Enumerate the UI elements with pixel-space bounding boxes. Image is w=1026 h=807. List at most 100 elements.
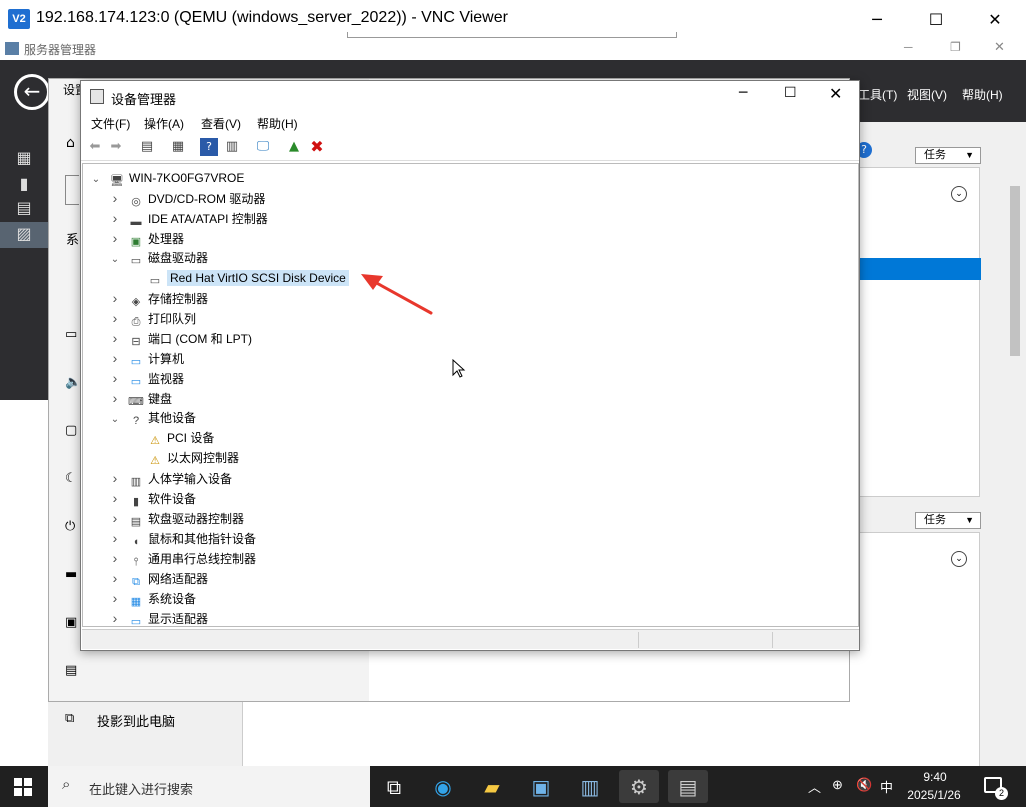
- vnc-maximize-button[interactable]: ☐: [913, 0, 959, 38]
- home-icon[interactable]: ⌂: [66, 135, 75, 151]
- tree-item[interactable]: › ▮ 软件设备: [108, 488, 196, 508]
- properties-icon[interactable]: ▦: [169, 138, 187, 156]
- tree-item[interactable]: › ▭ 显示适配器: [108, 608, 208, 626]
- display-icon[interactable]: ▭: [65, 327, 77, 342]
- task-view-icon[interactable]: ⧉: [374, 770, 414, 803]
- focus-assist-icon[interactable]: ☾: [65, 471, 77, 486]
- taskbar-search-box[interactable]: ⌕ 在此键入进行搜索: [48, 766, 370, 807]
- chevron-right-icon[interactable]: ›: [108, 548, 122, 568]
- tree-item[interactable]: › ⊟ 端口 (COM 和 LPT): [108, 328, 252, 348]
- tasks-dropdown-1[interactable]: 任务 ▼: [915, 147, 981, 164]
- multitasking-icon[interactable]: ▤: [65, 663, 77, 678]
- power-icon[interactable]: ⏻: [65, 519, 75, 534]
- chevron-right-icon[interactable]: ›: [108, 228, 122, 248]
- dm-maximize-button[interactable]: ☐: [784, 85, 797, 101]
- tree-item[interactable]: ⌄ 🖥 WIN-7KO0FG7VROE: [89, 168, 245, 190]
- chevron-right-icon[interactable]: ›: [108, 208, 122, 228]
- file-services-icon[interactable]: ▨: [13, 224, 35, 244]
- volume-muted-icon[interactable]: 🔇: [856, 777, 872, 793]
- notifications-icon[interactable]: ▢: [65, 423, 77, 438]
- all-servers-icon[interactable]: ▤: [13, 198, 35, 218]
- chevron-right-icon[interactable]: ›: [108, 308, 122, 328]
- back-arrow-icon[interactable]: ⬅: [86, 138, 104, 156]
- sm-minimize-button[interactable]: ─: [904, 40, 913, 54]
- tree-item[interactable]: ▭ Red Hat VirtIO SCSI Disk Device: [127, 268, 349, 288]
- menu-file[interactable]: 文件(F): [91, 115, 130, 132]
- chevron-right-icon[interactable]: ›: [108, 468, 122, 488]
- network-globe-icon[interactable]: ⊕: [832, 777, 843, 793]
- menu-view[interactable]: 视图(V): [907, 86, 947, 103]
- menu-help[interactable]: 帮助(H): [257, 115, 298, 132]
- tree-item[interactable]: ⚠ 以太网控制器: [127, 448, 239, 468]
- chevron-right-icon[interactable]: ›: [108, 368, 122, 388]
- tree-item[interactable]: › ▭ 计算机: [108, 348, 184, 368]
- update-driver-icon[interactable]: ▲: [285, 138, 303, 156]
- chevron-right-icon[interactable]: ›: [108, 508, 122, 528]
- chevron-down-icon[interactable]: ⌄: [89, 170, 103, 190]
- menu-action[interactable]: 操作(A): [144, 115, 184, 132]
- chevron-down-icon[interactable]: ⌄: [108, 250, 122, 270]
- menu-view[interactable]: 查看(V): [201, 115, 241, 132]
- sm-close-button[interactable]: ✕: [994, 39, 1005, 55]
- start-windows-icon[interactable]: [14, 778, 32, 796]
- dm-close-button[interactable]: ✕: [829, 84, 842, 103]
- tree-item[interactable]: › ⫯ 通用串行总线控制器: [108, 548, 256, 568]
- tree-item[interactable]: › ◖ 鼠标和其他指针设备: [108, 528, 256, 548]
- tree-item[interactable]: › ▭ 监视器: [108, 368, 184, 388]
- server-manager-taskbar-icon[interactable]: ▣: [521, 770, 561, 803]
- tree-item[interactable]: ⌄? 其他设备: [108, 408, 196, 428]
- device-manager-taskbar-icon[interactable]: ▥: [570, 770, 610, 803]
- vnc-minimize-button[interactable]: ─: [854, 0, 900, 38]
- expand-chevron-icon[interactable]: ⌄: [951, 551, 967, 567]
- chevron-right-icon[interactable]: ›: [108, 288, 122, 308]
- tablet-icon[interactable]: ▣: [65, 615, 77, 630]
- help-icon[interactable]: ?: [200, 138, 218, 156]
- menu-help[interactable]: 帮助(H): [962, 86, 1003, 103]
- tree-item[interactable]: › ▥ 人体学输入设备: [108, 468, 232, 488]
- projecting-label[interactable]: 投影到此电脑: [97, 711, 175, 730]
- forward-arrow-icon[interactable]: ➡: [107, 138, 125, 156]
- scrollbar[interactable]: [1008, 126, 1022, 766]
- local-server-icon[interactable]: ▮: [13, 174, 35, 194]
- chevron-right-icon[interactable]: ›: [108, 488, 122, 508]
- tree-item[interactable]: › ⧉ 网络适配器: [108, 568, 208, 588]
- expand-chevron-icon[interactable]: ⌄: [951, 186, 967, 202]
- back-arrow-icon[interactable]: ←: [14, 74, 50, 110]
- scan-hardware-icon[interactable]: 🖵: [254, 138, 272, 156]
- chevron-right-icon[interactable]: ›: [108, 348, 122, 368]
- tree-item[interactable]: ⚠ PCI 设备: [127, 428, 214, 448]
- settings-gear-icon[interactable]: ⚙: [619, 770, 659, 803]
- clock-date[interactable]: 2025/1/26: [899, 788, 969, 802]
- storage-icon[interactable]: ▬: [65, 567, 77, 582]
- tree-item[interactable]: › ◎ DVD/CD-ROM 驱动器: [108, 188, 266, 208]
- search-box[interactable]: [65, 175, 79, 205]
- device-manager-active-icon[interactable]: ▤: [668, 770, 708, 803]
- vnc-close-button[interactable]: ✕: [972, 0, 1018, 38]
- file-explorer-icon[interactable]: ▰: [472, 770, 512, 803]
- view-resources-icon[interactable]: ▥: [223, 138, 241, 156]
- tree-item[interactable]: › ▦ 系统设备: [108, 588, 196, 608]
- tree-item[interactable]: › ▤ 软盘驱动器控制器: [108, 508, 244, 528]
- chevron-right-icon[interactable]: ›: [108, 328, 122, 348]
- chevron-right-icon[interactable]: ›: [108, 188, 122, 208]
- edge-browser-icon[interactable]: ◉: [423, 770, 463, 803]
- chevron-right-icon[interactable]: ›: [108, 588, 122, 608]
- tree-item[interactable]: › ▬ IDE ATA/ATAPI 控制器: [108, 208, 268, 228]
- sm-restore-button[interactable]: ❐: [950, 40, 961, 54]
- chevron-right-icon[interactable]: ›: [108, 608, 122, 626]
- clock-time[interactable]: 9:40: [905, 770, 965, 784]
- chevron-right-icon[interactable]: ›: [108, 388, 122, 408]
- tree-item[interactable]: › ◈ 存储控制器: [108, 288, 208, 308]
- tree-item[interactable]: ⌄ ▭ 磁盘驱动器: [108, 248, 208, 268]
- scrollbar-thumb[interactable]: [1010, 186, 1020, 356]
- tasks-dropdown-2[interactable]: 任务 ▼: [915, 512, 981, 529]
- ime-indicator[interactable]: 中: [880, 777, 893, 796]
- uninstall-device-icon[interactable]: ✖: [308, 138, 326, 156]
- dm-minimize-button[interactable]: ─: [739, 85, 747, 101]
- tree-item[interactable]: › ⎙ 打印队列: [108, 308, 196, 328]
- tree-item[interactable]: › ▣ 处理器: [108, 228, 184, 248]
- projecting-icon[interactable]: ⧉: [65, 711, 74, 726]
- chevron-down-icon[interactable]: ⌄: [108, 410, 122, 430]
- tree-item[interactable]: › ⌨ 键盘: [108, 388, 172, 408]
- chevron-right-icon[interactable]: ›: [108, 528, 122, 548]
